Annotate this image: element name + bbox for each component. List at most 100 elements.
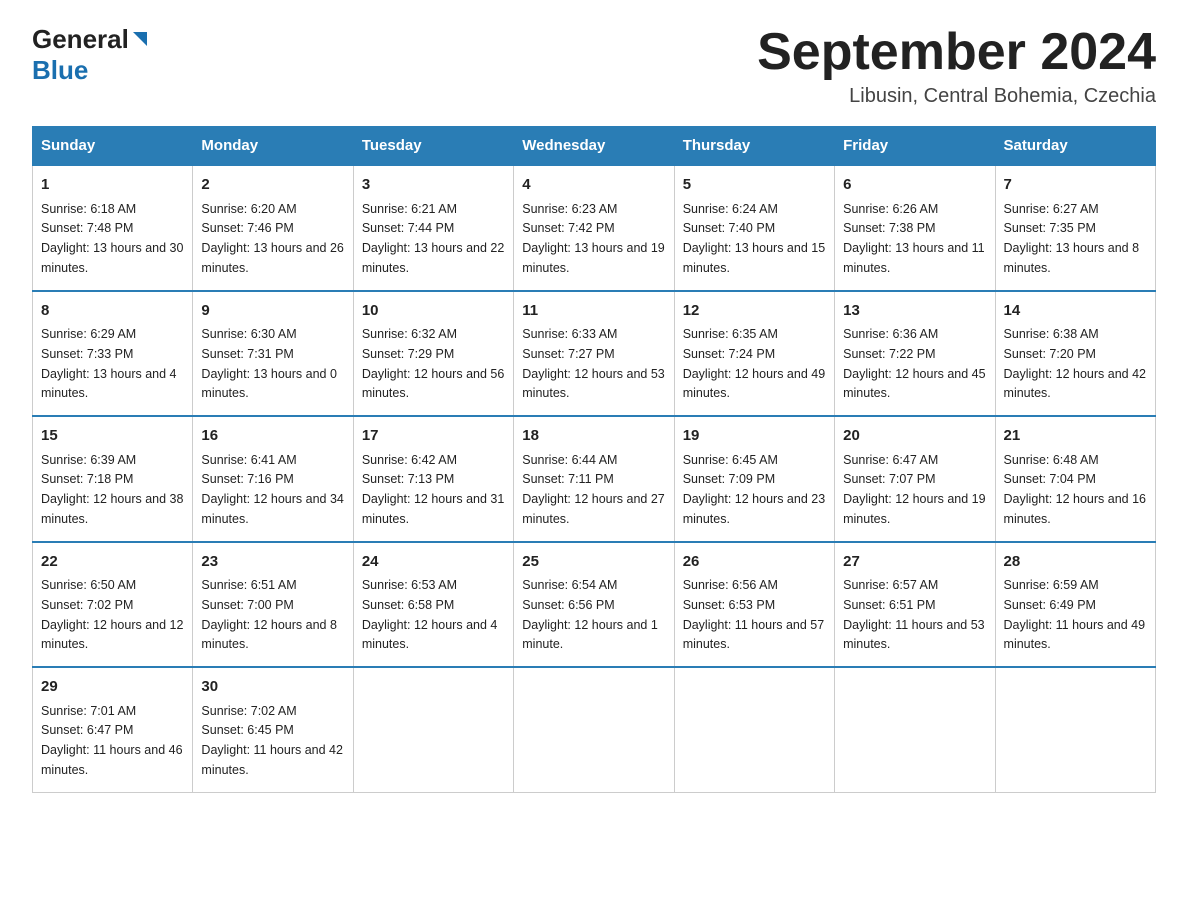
day-number: 15 bbox=[41, 425, 184, 448]
day-number: 19 bbox=[683, 425, 826, 448]
day-number: 17 bbox=[362, 425, 505, 448]
calendar-empty-cell bbox=[835, 667, 995, 792]
weekday-header-tuesday: Tuesday bbox=[353, 127, 513, 166]
calendar-day-cell: 30 Sunrise: 7:02 AMSunset: 6:45 PMDayligh… bbox=[193, 667, 353, 792]
page-subtitle: Libusin, Central Bohemia, Czechia bbox=[757, 85, 1156, 108]
weekday-header-monday: Monday bbox=[193, 127, 353, 166]
calendar-day-cell: 26Sunrise: 6:56 AMSunset: 6:53 PMDayligh… bbox=[674, 542, 834, 668]
day-info: Sunrise: 6:36 AMSunset: 7:22 PMDaylight:… bbox=[843, 327, 985, 400]
logo-blue-text: Blue bbox=[32, 55, 88, 86]
calendar-day-cell: 24 Sunrise: 6:53 AMSunset: 6:58 PMDayligh… bbox=[353, 542, 513, 668]
day-number: 5 bbox=[683, 174, 826, 197]
day-info: Sunrise: 6:42 AMSunset: 7:13 PMDaylight:… bbox=[362, 453, 504, 526]
calendar-day-cell: 29 Sunrise: 7:01 AMSunset: 6:47 PMDayligh… bbox=[33, 667, 193, 792]
calendar-day-cell: 1 Sunrise: 6:18 AMSunset: 7:48 PMDaylight… bbox=[33, 165, 193, 291]
calendar-empty-cell bbox=[674, 667, 834, 792]
day-info: Sunrise: 6:20 AMSunset: 7:46 PMDaylight:… bbox=[201, 202, 343, 275]
logo: General Blue bbox=[32, 24, 151, 86]
day-info: Sunrise: 6:24 AMSunset: 7:40 PMDaylight:… bbox=[683, 202, 825, 275]
day-info: Sunrise: 6:56 AMSunset: 6:53 PMDaylight:… bbox=[683, 578, 825, 651]
day-number: 14 bbox=[1004, 300, 1147, 323]
calendar-week-row: 1 Sunrise: 6:18 AMSunset: 7:48 PMDaylight… bbox=[33, 165, 1156, 291]
day-info: Sunrise: 6:30 AMSunset: 7:31 PMDaylight:… bbox=[201, 327, 337, 400]
calendar-week-row: 22 Sunrise: 6:50 AMSunset: 7:02 PMDayligh… bbox=[33, 542, 1156, 668]
calendar-day-cell: 19 Sunrise: 6:45 AMSunset: 7:09 PMDayligh… bbox=[674, 416, 834, 542]
day-number: 18 bbox=[522, 425, 665, 448]
weekday-header-wednesday: Wednesday bbox=[514, 127, 674, 166]
day-info: Sunrise: 6:33 AMSunset: 7:27 PMDaylight:… bbox=[522, 327, 664, 400]
logo-arrow-icon bbox=[129, 28, 151, 55]
day-info: Sunrise: 6:41 AMSunset: 7:16 PMDaylight:… bbox=[201, 453, 343, 526]
day-info: Sunrise: 6:21 AMSunset: 7:44 PMDaylight:… bbox=[362, 202, 504, 275]
day-number: 22 bbox=[41, 551, 184, 574]
calendar-day-cell: 21Sunrise: 6:48 AMSunset: 7:04 PMDayligh… bbox=[995, 416, 1155, 542]
calendar-day-cell: 4 Sunrise: 6:23 AMSunset: 7:42 PMDaylight… bbox=[514, 165, 674, 291]
day-info: Sunrise: 6:35 AMSunset: 7:24 PMDaylight:… bbox=[683, 327, 825, 400]
day-info: Sunrise: 6:54 AMSunset: 6:56 PMDaylight:… bbox=[522, 578, 658, 651]
calendar-day-cell: 18 Sunrise: 6:44 AMSunset: 7:11 PMDayligh… bbox=[514, 416, 674, 542]
day-number: 1 bbox=[41, 174, 184, 197]
weekday-header-friday: Friday bbox=[835, 127, 995, 166]
calendar-day-cell: 5 Sunrise: 6:24 AMSunset: 7:40 PMDaylight… bbox=[674, 165, 834, 291]
day-number: 3 bbox=[362, 174, 505, 197]
calendar-week-row: 8 Sunrise: 6:29 AMSunset: 7:33 PMDaylight… bbox=[33, 291, 1156, 417]
day-info: Sunrise: 6:29 AMSunset: 7:33 PMDaylight:… bbox=[41, 327, 177, 400]
day-number: 12 bbox=[683, 300, 826, 323]
day-number: 24 bbox=[362, 551, 505, 574]
weekday-header-row: SundayMondayTuesdayWednesdayThursdayFrid… bbox=[33, 127, 1156, 166]
calendar-day-cell: 8 Sunrise: 6:29 AMSunset: 7:33 PMDaylight… bbox=[33, 291, 193, 417]
day-number: 4 bbox=[522, 174, 665, 197]
day-info: Sunrise: 6:44 AMSunset: 7:11 PMDaylight:… bbox=[522, 453, 664, 526]
page-header: General Blue September 2024 Libusin, Cen… bbox=[32, 24, 1156, 108]
day-number: 9 bbox=[201, 300, 344, 323]
day-info: Sunrise: 6:38 AMSunset: 7:20 PMDaylight:… bbox=[1004, 327, 1146, 400]
day-info: Sunrise: 6:47 AMSunset: 7:07 PMDaylight:… bbox=[843, 453, 985, 526]
calendar-day-cell: 22 Sunrise: 6:50 AMSunset: 7:02 PMDayligh… bbox=[33, 542, 193, 668]
weekday-header-saturday: Saturday bbox=[995, 127, 1155, 166]
calendar-day-cell: 13 Sunrise: 6:36 AMSunset: 7:22 PMDayligh… bbox=[835, 291, 995, 417]
day-info: Sunrise: 6:18 AMSunset: 7:48 PMDaylight:… bbox=[41, 202, 183, 275]
calendar-day-cell: 14 Sunrise: 6:38 AMSunset: 7:20 PMDayligh… bbox=[995, 291, 1155, 417]
title-block: September 2024 Libusin, Central Bohemia,… bbox=[757, 24, 1156, 108]
calendar-day-cell: 25 Sunrise: 6:54 AMSunset: 6:56 PMDayligh… bbox=[514, 542, 674, 668]
day-number: 28 bbox=[1004, 551, 1147, 574]
calendar-day-cell: 3 Sunrise: 6:21 AMSunset: 7:44 PMDaylight… bbox=[353, 165, 513, 291]
day-number: 20 bbox=[843, 425, 986, 448]
day-info: Sunrise: 6:32 AMSunset: 7:29 PMDaylight:… bbox=[362, 327, 504, 400]
weekday-header-sunday: Sunday bbox=[33, 127, 193, 166]
calendar-day-cell: 2 Sunrise: 6:20 AMSunset: 7:46 PMDaylight… bbox=[193, 165, 353, 291]
day-number: 8 bbox=[41, 300, 184, 323]
day-number: 23 bbox=[201, 551, 344, 574]
weekday-header-thursday: Thursday bbox=[674, 127, 834, 166]
calendar-day-cell: 27Sunrise: 6:57 AMSunset: 6:51 PMDayligh… bbox=[835, 542, 995, 668]
day-number: 21 bbox=[1004, 425, 1147, 448]
day-number: 29 bbox=[41, 676, 184, 699]
day-number: 25 bbox=[522, 551, 665, 574]
calendar-day-cell: 28 Sunrise: 6:59 AMSunset: 6:49 PMDayligh… bbox=[995, 542, 1155, 668]
day-number: 10 bbox=[362, 300, 505, 323]
calendar-empty-cell bbox=[995, 667, 1155, 792]
calendar-day-cell: 9 Sunrise: 6:30 AMSunset: 7:31 PMDaylight… bbox=[193, 291, 353, 417]
day-info: Sunrise: 6:45 AMSunset: 7:09 PMDaylight:… bbox=[683, 453, 825, 526]
calendar-day-cell: 15 Sunrise: 6:39 AMSunset: 7:18 PMDayligh… bbox=[33, 416, 193, 542]
day-number: 30 bbox=[201, 676, 344, 699]
day-info: Sunrise: 6:26 AMSunset: 7:38 PMDaylight:… bbox=[843, 202, 985, 275]
day-info: Sunrise: 6:53 AMSunset: 6:58 PMDaylight:… bbox=[362, 578, 498, 651]
day-info: Sunrise: 6:23 AMSunset: 7:42 PMDaylight:… bbox=[522, 202, 664, 275]
calendar-day-cell: 16Sunrise: 6:41 AMSunset: 7:16 PMDayligh… bbox=[193, 416, 353, 542]
day-info: Sunrise: 7:01 AMSunset: 6:47 PMDaylight:… bbox=[41, 704, 183, 777]
calendar-day-cell: 12 Sunrise: 6:35 AMSunset: 7:24 PMDayligh… bbox=[674, 291, 834, 417]
day-info: Sunrise: 6:51 AMSunset: 7:00 PMDaylight:… bbox=[201, 578, 337, 651]
calendar-day-cell: 10 Sunrise: 6:32 AMSunset: 7:29 PMDayligh… bbox=[353, 291, 513, 417]
day-info: Sunrise: 6:39 AMSunset: 7:18 PMDaylight:… bbox=[41, 453, 183, 526]
calendar-day-cell: 17 Sunrise: 6:42 AMSunset: 7:13 PMDayligh… bbox=[353, 416, 513, 542]
day-number: 2 bbox=[201, 174, 344, 197]
day-number: 13 bbox=[843, 300, 986, 323]
day-info: Sunrise: 7:02 AMSunset: 6:45 PMDaylight:… bbox=[201, 704, 343, 777]
calendar-empty-cell bbox=[514, 667, 674, 792]
day-info: Sunrise: 6:27 AMSunset: 7:35 PMDaylight:… bbox=[1004, 202, 1140, 275]
calendar-week-row: 15 Sunrise: 6:39 AMSunset: 7:18 PMDayligh… bbox=[33, 416, 1156, 542]
day-info: Sunrise: 6:50 AMSunset: 7:02 PMDaylight:… bbox=[41, 578, 183, 651]
day-info: Sunrise: 6:59 AMSunset: 6:49 PMDaylight:… bbox=[1004, 578, 1146, 651]
calendar-table: SundayMondayTuesdayWednesdayThursdayFrid… bbox=[32, 126, 1156, 793]
